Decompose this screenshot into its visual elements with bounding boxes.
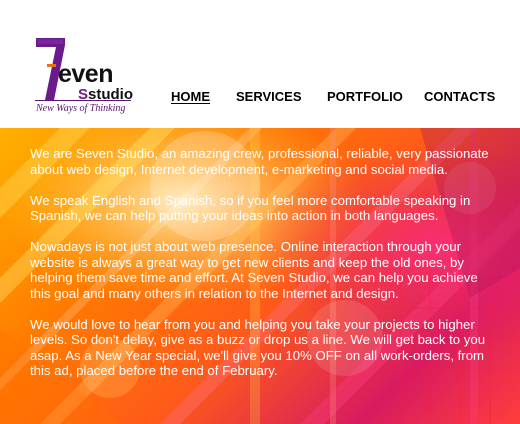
offer-paragraph: We would love to hear from you and helpi… [30,316,486,379]
nav-contacts-link[interactable]: CONTACTS [424,89,495,104]
intro-paragraph: We are Seven Studio, an amazing crew, pr… [30,146,489,177]
header: even Sstudio New Ways of Thinking HOME S… [0,0,520,128]
nav-portfolio-link[interactable]: PORTFOLIO [327,89,403,104]
nav-services-link[interactable]: SERVICES [236,89,302,104]
page: even Sstudio New Ways of Thinking HOME S… [0,0,520,424]
main-nav: HOME SERVICES PORTFOLIO CONTACTS [0,89,520,107]
nav-home-link[interactable]: HOME [171,89,210,104]
logo-word: even [58,60,113,88]
presence-paragraph: Nowadays is not just about web presence.… [30,239,478,301]
intro-content: We are Seven Studio, an amazing crew, pr… [30,146,500,394]
language-paragraph: We speak English and Spanish, so if you … [30,192,471,224]
